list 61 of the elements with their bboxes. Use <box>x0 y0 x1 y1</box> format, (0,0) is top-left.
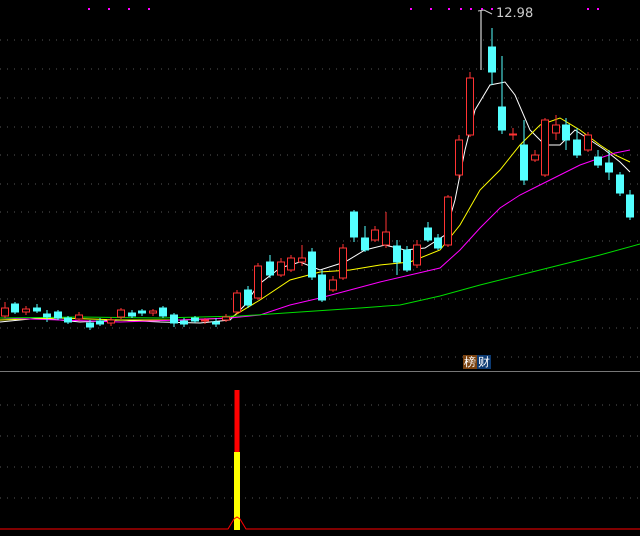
candlestick <box>107 316 115 326</box>
candlestick <box>488 28 496 86</box>
candlestick <box>562 118 570 150</box>
candlestick <box>22 306 30 316</box>
candlestick <box>191 316 199 324</box>
candlestick <box>424 222 432 242</box>
candlestick <box>361 226 369 252</box>
candlestick <box>584 132 592 152</box>
candlestick <box>159 306 167 318</box>
candlestick <box>509 128 517 140</box>
candlestick <box>616 172 624 196</box>
candlestick <box>605 150 613 180</box>
candlestick <box>43 310 51 322</box>
candlestick <box>573 128 581 158</box>
candlestick <box>149 308 157 316</box>
candlestick <box>64 316 72 324</box>
candlestick <box>266 254 274 278</box>
candlestick <box>96 318 104 326</box>
candlestick <box>170 312 178 328</box>
candlestick <box>541 118 549 178</box>
candlestick <box>180 318 188 328</box>
candlestick <box>128 310 136 318</box>
candlestick <box>552 114 560 140</box>
candlestick <box>444 194 452 248</box>
high-price-label: 12.98 <box>496 6 534 21</box>
candlestick <box>382 212 390 248</box>
candlestick <box>626 190 634 220</box>
candlestick <box>393 240 401 276</box>
candlestick <box>212 318 220 328</box>
candlestick <box>434 234 442 250</box>
candlestick <box>54 310 62 320</box>
candlestick <box>371 226 379 242</box>
candlestick <box>11 302 19 314</box>
candlestick <box>520 120 528 186</box>
candlestick <box>594 150 602 168</box>
candlestick <box>403 246 411 272</box>
candlestick <box>339 244 347 280</box>
pointer-icon <box>478 9 492 70</box>
candlestick <box>413 240 421 268</box>
candlestick <box>455 134 463 178</box>
tag-badge: 榜 <box>463 355 477 369</box>
candlestick <box>75 312 83 322</box>
candlestick <box>244 286 252 308</box>
candlestick <box>33 304 41 314</box>
candlestick <box>531 150 539 162</box>
candlestick <box>222 314 230 322</box>
candlestick <box>350 210 358 242</box>
candlestick <box>298 244 306 266</box>
candlestick <box>254 262 262 300</box>
candlestick <box>233 290 241 314</box>
candlestick <box>466 72 474 138</box>
candlestick <box>117 308 125 320</box>
candlestick <box>308 248 316 280</box>
candlestick <box>287 254 295 272</box>
tag-badge: 财 <box>477 355 491 369</box>
candlestick <box>277 258 285 278</box>
candlestick <box>201 318 209 324</box>
candlestick <box>318 270 326 302</box>
candlestick <box>138 308 146 316</box>
candlestick <box>86 320 94 330</box>
candlestick <box>329 276 337 292</box>
